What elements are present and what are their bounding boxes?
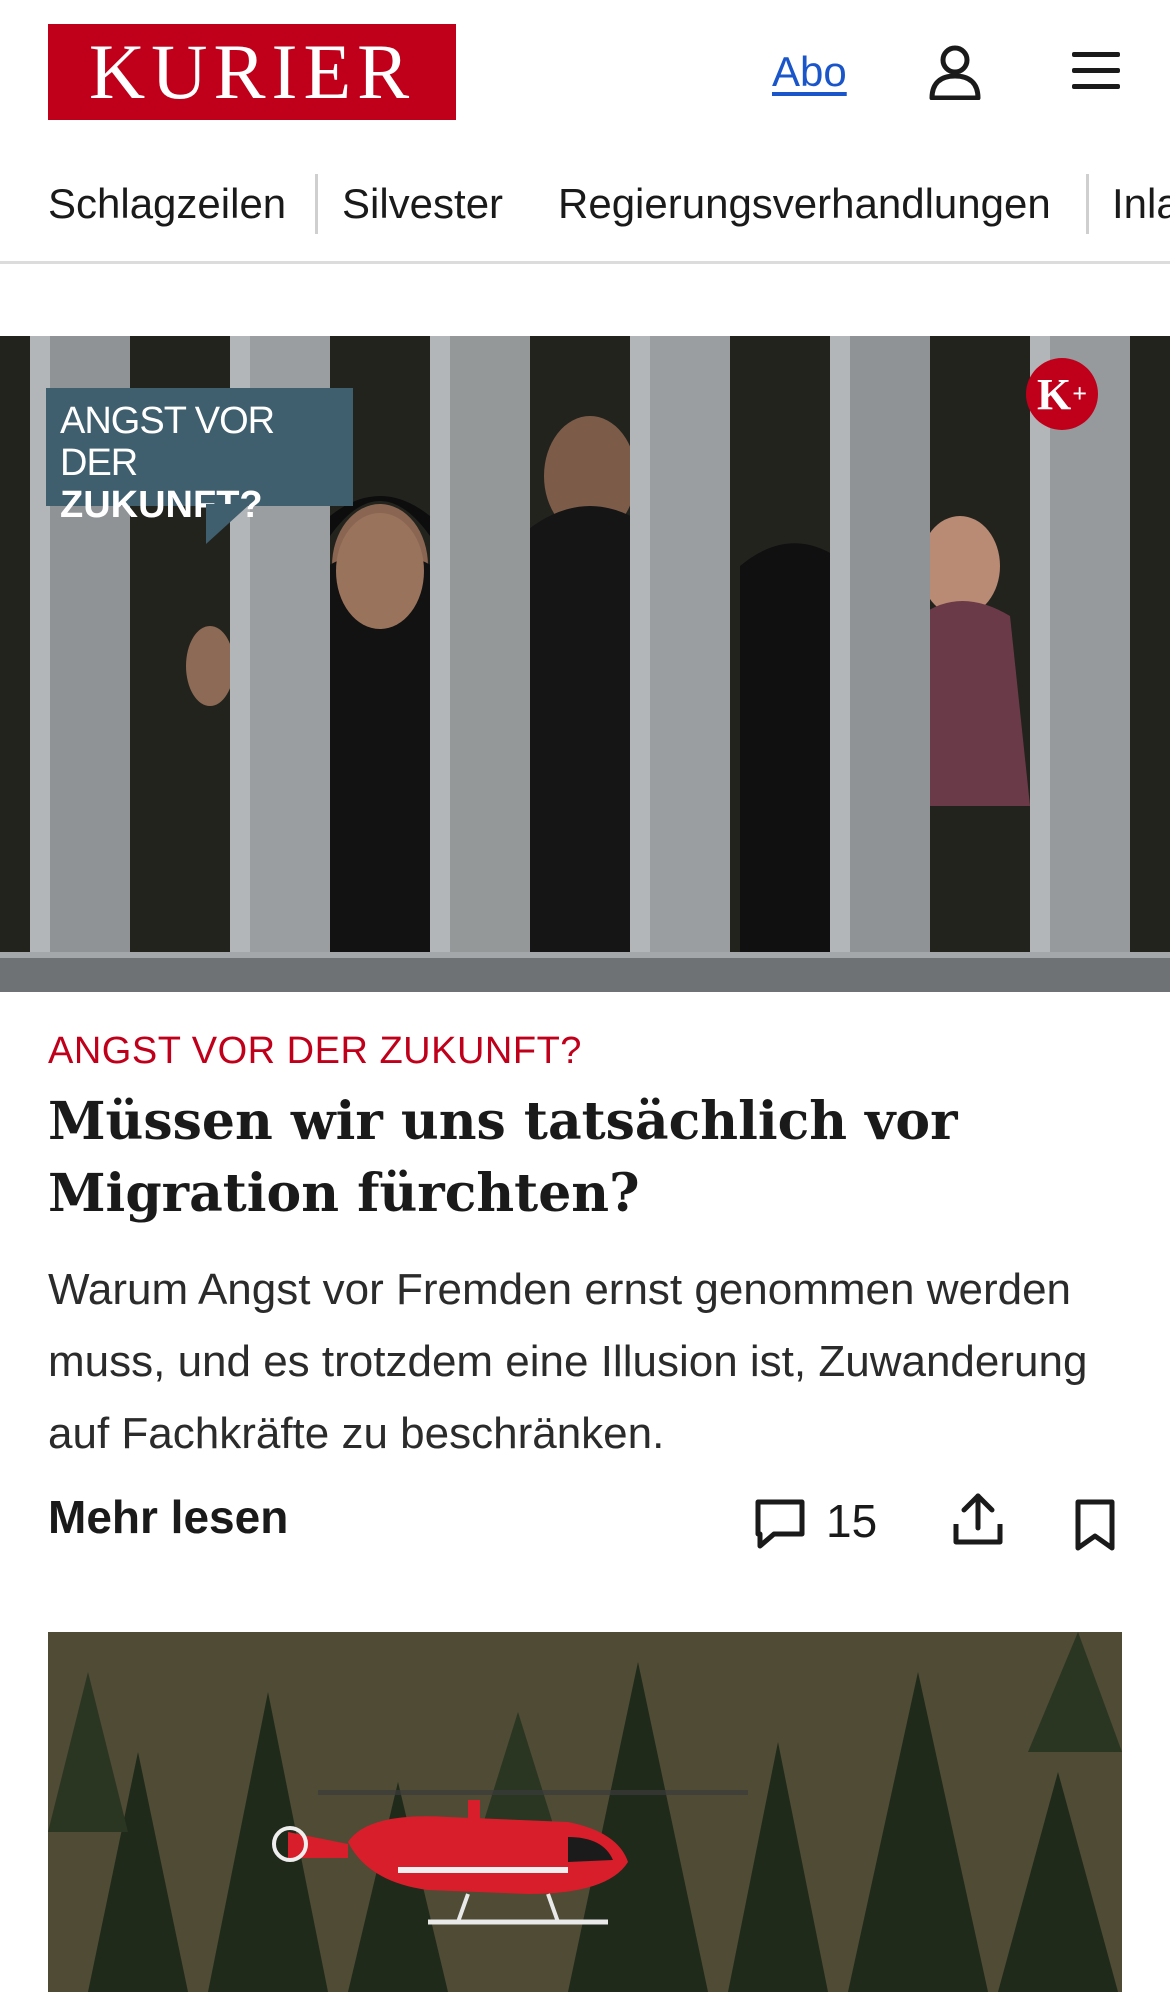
- second-article-image[interactable]: [48, 1632, 1122, 1992]
- site-header: KURIER Abo: [0, 0, 1170, 145]
- menu-icon[interactable]: [1070, 48, 1122, 94]
- nav-item-regierungsverhandlungen[interactable]: Regierungsverhandlungen: [558, 180, 1051, 228]
- nav-divider: [315, 174, 318, 234]
- comment-icon[interactable]: [752, 1496, 808, 1552]
- category-nav: Schlagzeilen Silvester Regierungsverhand…: [0, 160, 1170, 264]
- badge-line-2: ZUKUNFT?: [60, 484, 263, 526]
- user-icon[interactable]: [928, 44, 982, 100]
- nav-item-inland[interactable]: Inla: [1112, 180, 1170, 228]
- hero-badge: ANGST VOR DER ZUKUNFT?: [46, 388, 353, 544]
- badge-line-1: ANGST VOR DER: [60, 400, 275, 484]
- article-teaser[interactable]: Warum Angst vor Fremden ernst genommen w…: [48, 1254, 1098, 1470]
- kurier-logo[interactable]: KURIER: [48, 24, 456, 120]
- kplus-plus: +: [1072, 379, 1088, 408]
- nav-item-silvester[interactable]: Silvester: [342, 180, 503, 228]
- bookmark-icon[interactable]: [1074, 1498, 1116, 1552]
- abo-link[interactable]: Abo: [772, 48, 847, 96]
- kplus-badge: K +: [1026, 358, 1098, 430]
- hero-image[interactable]: ANGST VOR DER ZUKUNFT?: [0, 336, 1170, 992]
- article-kicker[interactable]: ANGST VOR DER ZUKUNFT?: [48, 1030, 582, 1073]
- share-icon[interactable]: [952, 1492, 1004, 1548]
- nav-divider: [1086, 174, 1089, 234]
- logo-text: KURIER: [88, 28, 416, 115]
- nav-item-schlagzeilen[interactable]: Schlagzeilen: [48, 180, 286, 228]
- article-headline[interactable]: Müssen wir uns tatsächlich vor Migration…: [48, 1086, 1128, 1230]
- helicopter-photo: [48, 1632, 1122, 1992]
- kplus-letter: K: [1036, 369, 1072, 419]
- comment-count[interactable]: 15: [826, 1494, 877, 1548]
- read-more-link[interactable]: Mehr lesen: [48, 1490, 288, 1544]
